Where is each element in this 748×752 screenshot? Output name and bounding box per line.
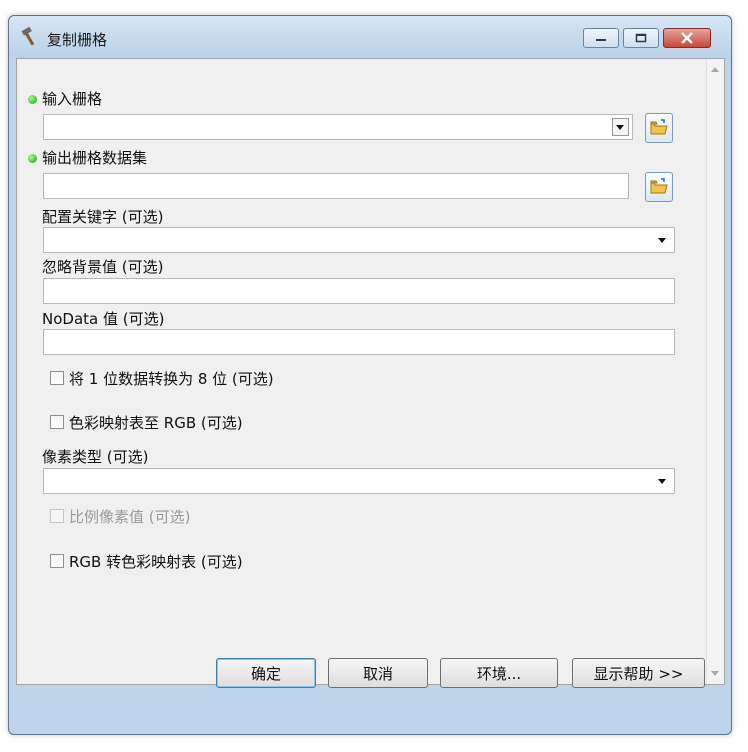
open-folder-icon	[650, 119, 668, 135]
maximize-icon	[624, 29, 658, 47]
rgb-to-colormap-label: RGB 转色彩映射表 (可选)	[69, 553, 243, 571]
input-raster-label: 输入栅格	[42, 90, 103, 108]
ok-button[interactable]: 确定	[216, 658, 316, 688]
one-to-eight-bit-label: 将 1 位数据转换为 8 位 (可选)	[69, 370, 274, 388]
pixel-type-combo[interactable]	[43, 468, 675, 494]
required-indicator-icon	[28, 95, 37, 104]
browse-output-button[interactable]	[645, 172, 673, 202]
ignore-background-input[interactable]	[43, 278, 675, 304]
output-raster-input[interactable]	[43, 173, 629, 199]
output-raster-label: 输出栅格数据集	[42, 149, 148, 167]
scroll-up-icon[interactable]	[711, 67, 719, 72]
colormap-to-rgb-checkbox[interactable]	[50, 415, 64, 429]
close-button[interactable]	[663, 28, 711, 48]
required-indicator-icon	[28, 154, 37, 163]
minimize-button[interactable]	[583, 28, 619, 48]
title-bar[interactable]: 复制栅格	[9, 16, 731, 58]
one-to-eight-bit-checkbox[interactable]	[50, 371, 64, 385]
maximize-button[interactable]	[623, 28, 659, 48]
ignore-background-label: 忽略背景值 (可选)	[42, 258, 164, 276]
colormap-to-rgb-label: 色彩映射表至 RGB (可选)	[69, 414, 243, 432]
show-help-button[interactable]: 显示帮助 >>	[572, 658, 705, 688]
input-raster-combo[interactable]	[43, 114, 633, 140]
dropdown-arrow-icon[interactable]	[612, 118, 629, 136]
pixel-type-label: 像素类型 (可选)	[42, 448, 149, 466]
config-keyword-label: 配置关键字 (可选)	[42, 208, 164, 226]
nodata-input[interactable]	[43, 329, 675, 355]
scale-pixel-checkbox	[50, 509, 64, 523]
scroll-down-icon[interactable]	[711, 671, 719, 676]
dialog-window: 复制栅格 输入栅格 输出栅格数据集 配置关键字 (可选) 忽略背景值 (可选) …	[8, 15, 732, 735]
scale-pixel-label: 比例像素值 (可选)	[69, 508, 191, 526]
close-icon	[664, 29, 710, 47]
nodata-label: NoData 值 (可选)	[42, 310, 165, 328]
rgb-to-colormap-checkbox[interactable]	[50, 554, 64, 568]
open-folder-icon	[650, 178, 668, 194]
minimize-icon	[584, 29, 618, 47]
vertical-scrollbar[interactable]	[706, 59, 724, 684]
environments-button[interactable]: 环境...	[440, 658, 558, 688]
cancel-button[interactable]: 取消	[328, 658, 428, 688]
hammer-icon	[21, 26, 35, 46]
window-title: 复制栅格	[47, 31, 108, 49]
config-keyword-combo[interactable]	[43, 227, 675, 253]
browse-input-button[interactable]	[645, 113, 673, 143]
dialog-content: 输入栅格 输出栅格数据集 配置关键字 (可选) 忽略背景值 (可选) NoDat…	[16, 58, 725, 685]
